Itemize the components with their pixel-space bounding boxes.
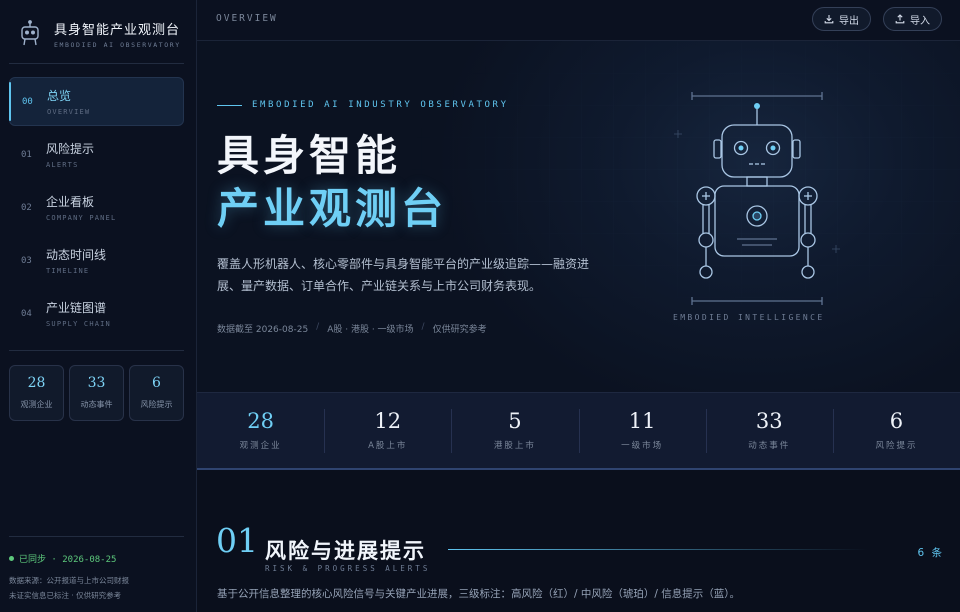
- stat-value: 33: [755, 409, 783, 433]
- section-subtitle: RISK & PROGRESS ALERTS: [265, 564, 431, 573]
- mini-stat-companies: 28 观测企业: [9, 365, 64, 421]
- mini-stat-label: 风险提示: [140, 400, 173, 409]
- stat-value: 28: [247, 409, 274, 433]
- stat-label: 风险提示: [875, 441, 918, 451]
- stat-label: 港股上市: [493, 441, 536, 451]
- nav-number: 04: [21, 308, 32, 319]
- brand[interactable]: 具身智能产业观测台 EMBODIED AI OBSERVATORY: [17, 19, 181, 49]
- nav-label: 总览: [47, 89, 72, 103]
- section-number: 01: [216, 521, 258, 560]
- divider: [9, 536, 184, 537]
- hero-title-line1: 具身智能: [217, 131, 402, 180]
- stat-label: 动态事件: [748, 441, 791, 451]
- hero-description: 覆盖人形机器人、核心零部件与具身智能平台的产业级追踪——融资进展、量产数据、订单…: [217, 257, 590, 293]
- stat-label: 观测企业: [239, 441, 282, 451]
- section-count-badge: 6 条: [917, 547, 944, 559]
- stat-value: 11: [628, 409, 656, 433]
- mini-stat-label: 观测企业: [20, 400, 53, 409]
- nav-label: 动态时间线: [46, 248, 107, 262]
- disclaimer-note: 未证实信息已标注 · 仅供研究参考: [9, 591, 122, 600]
- nav-label: 产业链图谱: [46, 301, 107, 315]
- mini-stat-value: 6: [152, 375, 161, 391]
- nav-sublabel: OVERVIEW: [47, 108, 91, 116]
- nav-sublabel: ALERTS: [46, 161, 79, 169]
- brand-title: 具身智能产业观测台: [54, 23, 181, 38]
- export-label: 导出: [839, 15, 859, 27]
- hero-banner: EMBODIED AI INDUSTRY OBSERVATORY 具身智能 产业…: [197, 41, 960, 392]
- stat-label: 一级市场: [621, 441, 664, 451]
- download-icon: [824, 15, 834, 24]
- mini-stat-events: 33 动态事件: [69, 365, 124, 421]
- hero-title-line2: 产业观测台: [217, 184, 448, 233]
- upload-icon: [895, 14, 905, 24]
- robot-illustration-icon: [691, 92, 823, 305]
- sync-status: 已同步 · 2026-08-25: [9, 552, 116, 565]
- section-title: 风险与进展提示: [265, 538, 426, 563]
- stat-primary-market: 11 一级市场: [578, 393, 706, 468]
- mini-stat-value: 33: [87, 375, 106, 391]
- import-label: 导入: [910, 15, 930, 27]
- meta-separator: /: [316, 322, 320, 332]
- nav-label: 企业看板: [46, 195, 95, 209]
- topbar: OVERVIEW 导出 导入: [197, 0, 960, 41]
- source-note: 数据来源：公开报道与上市公司财报: [9, 576, 129, 585]
- eyebrow-text: EMBODIED AI INDUSTRY OBSERVATORY: [252, 100, 509, 110]
- sidebar-nav: 00 总览 OVERVIEW 01 风险提示 ALERTS 02 企业看板 CO…: [9, 77, 184, 342]
- stat-companies: 28 观测企业: [197, 393, 324, 468]
- main-content: OVERVIEW 导出 导入 EMBODIED AI INDUSTRY OBSE…: [197, 0, 960, 612]
- sidebar-item-overview[interactable]: 00 总览 OVERVIEW: [9, 77, 184, 126]
- robot-caption: EMBODIED INTELLIGENCE: [673, 313, 825, 322]
- nav-sublabel: SUPPLY CHAIN: [46, 320, 111, 328]
- stat-value: 6: [889, 409, 904, 433]
- stats-bar: 28 观测企业 12 A股上市 5 港股上市 11 一级市场 33 动态事件 6…: [197, 392, 960, 470]
- mini-stat-value: 28: [27, 375, 46, 391]
- nav-number: 03: [21, 255, 32, 266]
- breadcrumb: OVERVIEW: [216, 13, 278, 24]
- stat-alerts: 6 风险提示: [832, 393, 960, 468]
- alerts-section: 01 风险与进展提示 RISK & PROGRESS ALERTS 6 条 基于…: [197, 471, 960, 612]
- meta-markets: A股 · 港股 · 一级市场: [327, 325, 414, 335]
- stat-value: 12: [374, 409, 402, 433]
- nav-number: 01: [21, 149, 32, 160]
- nav-sublabel: COMPANY PANEL: [46, 214, 117, 222]
- hero-eyebrow: EMBODIED AI INDUSTRY OBSERVATORY: [217, 100, 509, 110]
- stat-value: 5: [508, 409, 522, 433]
- stat-a-share: 12 A股上市: [324, 393, 451, 468]
- meta-note: 仅供研究参考: [432, 325, 487, 335]
- nav-number: 02: [21, 202, 32, 213]
- stat-hk-share: 5 港股上市: [451, 393, 578, 468]
- section-description: 基于公开信息整理的核心风险信号与关键产业进展，三级标注：高风险（红）/ 中风险（…: [217, 588, 740, 600]
- import-button[interactable]: 导入: [883, 7, 942, 31]
- meta-separator: /: [421, 322, 425, 332]
- sidebar: 具身智能产业观测台 EMBODIED AI OBSERVATORY 00 总览 …: [0, 0, 197, 612]
- divider: [9, 350, 184, 351]
- section-rule: [448, 549, 868, 550]
- mini-stats: 28 观测企业 33 动态事件 6 风险提示: [9, 365, 184, 421]
- sync-status-text: 已同步 · 2026-08-25: [19, 555, 117, 565]
- stat-label: A股上市: [368, 441, 408, 451]
- mini-stat-label: 动态事件: [80, 400, 113, 409]
- eyebrow-rule: [217, 104, 242, 106]
- sidebar-item-supply-chain[interactable]: 04 产业链图谱 SUPPLY CHAIN: [9, 289, 184, 338]
- nav-sublabel: TIMELINE: [46, 267, 90, 275]
- robot-icon: [21, 20, 39, 46]
- status-dot-icon: [9, 556, 14, 561]
- sidebar-item-company-panel[interactable]: 02 企业看板 COMPANY PANEL: [9, 183, 184, 232]
- stat-events: 33 动态事件: [705, 393, 833, 468]
- nav-number: 00: [22, 96, 33, 107]
- mini-stat-alerts: 6 风险提示: [129, 365, 184, 421]
- sidebar-item-timeline[interactable]: 03 动态时间线 TIMELINE: [9, 236, 184, 285]
- export-button[interactable]: 导出: [812, 7, 871, 31]
- sidebar-item-alerts[interactable]: 01 风险提示 ALERTS: [9, 130, 184, 179]
- brand-subtitle: EMBODIED AI OBSERVATORY: [54, 41, 181, 49]
- hero-meta: 数据截至 2026-08-25 / A股 · 港股 · 一级市场 / 仅供研究参…: [217, 322, 487, 335]
- meta-date: 数据截至 2026-08-25: [217, 325, 309, 335]
- divider: [9, 63, 184, 64]
- nav-label: 风险提示: [46, 142, 95, 156]
